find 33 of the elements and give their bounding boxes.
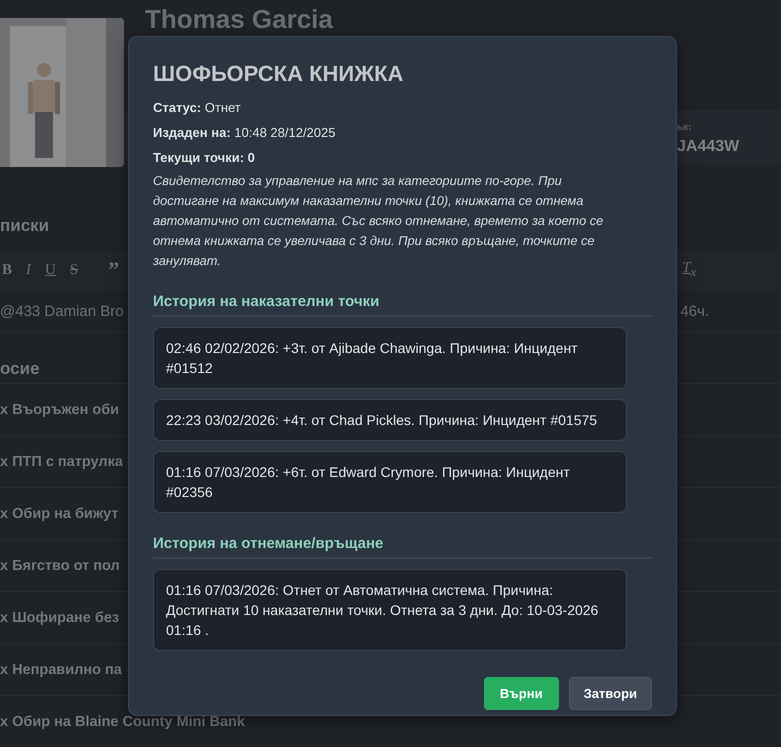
restore-button[interactable]: Върни (484, 677, 559, 710)
note-text: @433 Damian Bro (0, 302, 124, 320)
description-text: Свидетелство за управление на мпс за категориите по-горе. При достигане на максимум наказателни точки (10), книжката се отнема автоматично от системата. Със всяко отнемане, времето за което се отнема книжката се увеличава с 3 дни. При всяко връщане, точките се зануляват. (153, 172, 604, 270)
history-entry: 01:16 07/03/2026: +6т. от Edward Crymore. Причина: Инцидент #02356 (153, 451, 627, 513)
record-item[interactable]: х ПТП с патрулка (0, 454, 123, 470)
quote-button[interactable]: ” (108, 257, 120, 283)
clear-format-button[interactable]: T$_{x}$ (682, 260, 696, 280)
history-entry: 02:46 02/02/2026: +3т. от Ajibade Chawinga. Причина: Инцидент #01512 (153, 327, 627, 389)
section-title: писки (0, 216, 50, 236)
history-entry: 22:23 03/02/2026: +4т. от Chad Pickles. Причина: Инцидент #01575 (153, 399, 627, 441)
italic-button[interactable]: I (26, 262, 32, 278)
history-entry: 01:16 07/03/2026: Отнет от Автоматична система. Причина: Достигнати 10 наказателни точки. Отнета за 3 дни. До: 10-03-2026 01:16 . (153, 569, 627, 651)
section-heading: История на наказателни точки (153, 293, 652, 317)
person-name: Thomas Garcia (145, 4, 333, 34)
section-heading: История на отнемане/връщане (153, 535, 652, 559)
underline-button[interactable]: U (45, 262, 56, 278)
record-item[interactable]: х Бягство от пол (0, 558, 120, 574)
record-item[interactable]: х Неправилно па (0, 662, 122, 678)
section-title: осие (0, 358, 40, 380)
note-text: 46ч. (680, 302, 709, 320)
info-line: Статус: Отнет (153, 99, 242, 117)
field-label: ьк: (677, 122, 692, 133)
record-item[interactable]: х Шофиране без (0, 610, 120, 626)
bold-button[interactable]: B (2, 262, 12, 278)
record-item[interactable]: х Обир на бижут (0, 506, 118, 522)
info-line: Текущи точки: 0 (153, 149, 256, 167)
record-item[interactable]: х Въоръжен оби (0, 402, 120, 418)
close-button[interactable]: Затвори (568, 677, 652, 710)
strikethrough-button[interactable]: S (70, 262, 78, 278)
dialog-title: ШОФЬОРСКА КНИЖКА (153, 61, 404, 87)
record-item[interactable]: х Обир на Blaine County Mini Bank (0, 714, 245, 730)
info-line: Издаден на: 10:48 28/12/2025 (153, 124, 336, 142)
plate-number: JA443W (677, 138, 740, 156)
